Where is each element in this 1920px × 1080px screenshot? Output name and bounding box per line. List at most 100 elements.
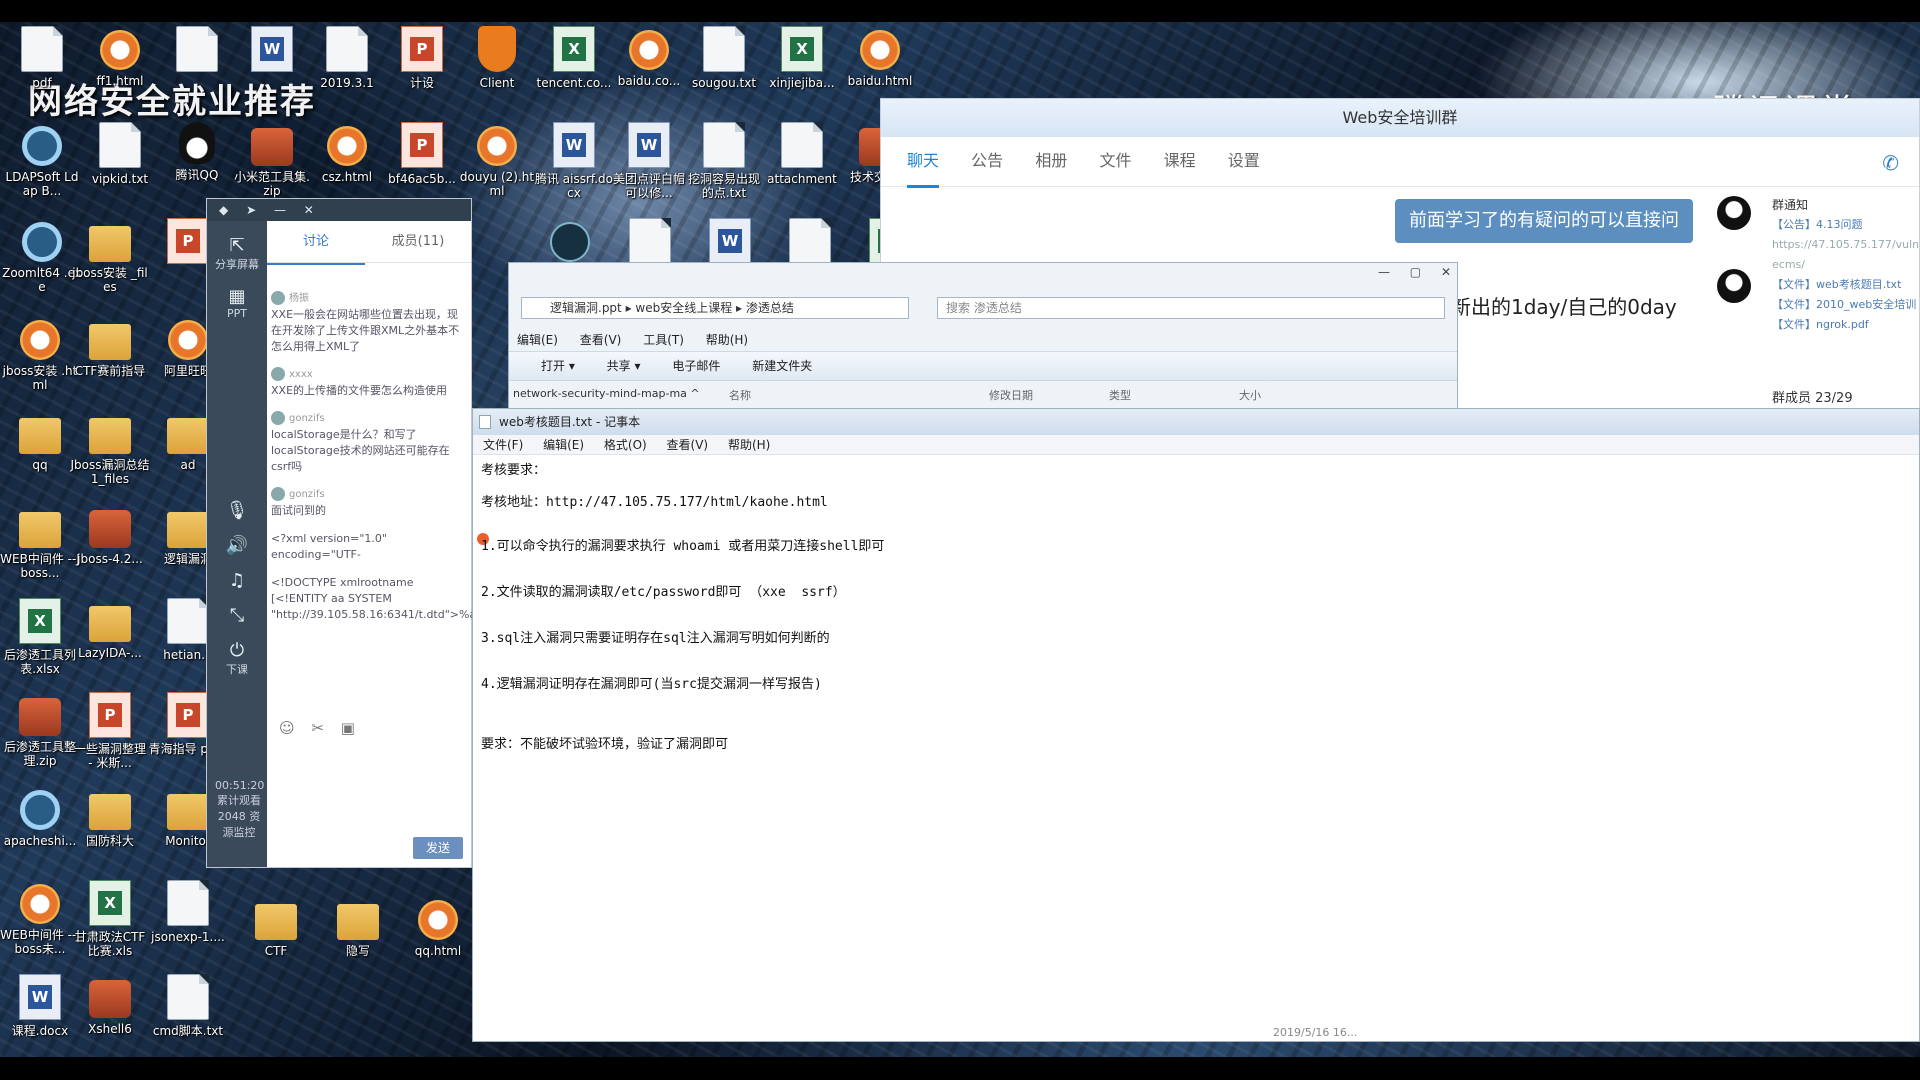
new-folder-button[interactable]: 新建文件夹	[752, 359, 812, 373]
desktop-icon[interactable]: 挖洞容易出现的点.txt	[684, 122, 764, 214]
close-icon[interactable]: ✕	[304, 203, 314, 217]
column-name[interactable]: 名称	[729, 387, 751, 403]
desktop-icon[interactable]: 隐写	[318, 896, 398, 988]
desktop-icon[interactable]	[232, 26, 312, 118]
avatar[interactable]	[1717, 269, 1751, 303]
column-type[interactable]: 类型	[1109, 387, 1131, 403]
menu-format[interactable]: 格式(O)	[604, 438, 647, 452]
minimize-icon[interactable]: —	[1378, 265, 1390, 279]
desktop-icon[interactable]: WEB中间件 --Jboss...	[0, 504, 80, 596]
pin-icon[interactable]: ◆	[219, 203, 228, 217]
desktop-icon[interactable]: pdf	[2, 26, 82, 118]
desktop-icon[interactable]: 美团点评白帽可以修...	[609, 122, 689, 214]
column-size[interactable]: 大小	[1239, 387, 1261, 403]
email-button[interactable]: 电子邮件	[672, 359, 720, 373]
desktop-icon[interactable]: WEB中间件 --Jboss未...	[0, 880, 80, 972]
desktop-icon[interactable]: xinjiejiba...	[762, 26, 842, 118]
desktop-icon[interactable]: tencent.co...	[534, 26, 614, 118]
emoji-icon[interactable]: ☺	[279, 719, 295, 737]
desktop-icon[interactable]: LazyIDA-...	[70, 598, 150, 690]
notice-link[interactable]: https://47.105.75.177/vuln	[1772, 235, 1920, 255]
desktop-icon[interactable]: jboss-4.2...	[70, 504, 150, 596]
tab-course[interactable]: 课程	[1164, 137, 1196, 185]
share-screen-button[interactable]: ⇱ 分享屏幕	[207, 235, 267, 272]
desktop-icon[interactable]: 后渗透工具列表.xlsx	[0, 598, 80, 690]
desktop-icon[interactable]: CTF赛前指导	[70, 316, 150, 408]
mic-button[interactable]: 🎙	[207, 500, 267, 521]
open-button[interactable]: 打开 ▾	[541, 359, 575, 373]
desktop-icon[interactable]: Client	[457, 26, 537, 118]
desktop-icon[interactable]: attachment	[762, 122, 842, 214]
tab-discussion[interactable]: 讨论	[267, 221, 365, 265]
desktop-icon[interactable]: 后渗透工具整理.zip	[0, 692, 80, 784]
desktop-icon[interactable]: Jboss漏洞总结1_files	[70, 410, 150, 502]
tab-settings[interactable]: 设置	[1228, 137, 1260, 185]
explorer-window[interactable]: — ▢ ✕ 逻辑漏洞.ppt ▸ web安全线上课程 ▸ 渗透总结 搜索 渗透总…	[508, 262, 1458, 412]
desktop-icon[interactable]: apacheshi...	[0, 786, 80, 878]
classroom-panel[interactable]: ◆ ➤ — ✕ ⇱ 分享屏幕 ▦ PPT 🎙 🔊 ♫ ⤡ ⏻ 下课 讨论 成员(11)…	[206, 198, 574, 868]
share-icon[interactable]: ➤	[246, 203, 256, 217]
desktop-icon[interactable]: qq	[0, 410, 80, 502]
image-icon[interactable]: ▣	[341, 719, 355, 737]
menu-tools[interactable]: 工具(T)	[643, 333, 684, 347]
notice-item[interactable]: 【公告】4.13问题	[1772, 215, 1920, 235]
music-button[interactable]: ♫	[207, 570, 267, 591]
send-button[interactable]: 发送	[413, 837, 463, 859]
desktop-icon[interactable]: 国防科大	[70, 786, 150, 878]
desktop-icon[interactable]: jsonexp-1....	[148, 880, 228, 972]
desktop-icon[interactable]: sougou.txt	[684, 26, 764, 118]
desktop-icon[interactable]: baidu.co...	[609, 26, 689, 118]
phone-icon[interactable]: ✆	[1882, 151, 1899, 175]
desktop-icon[interactable]: jboss安装 _files	[70, 218, 150, 310]
volume-button[interactable]: 🔊	[207, 535, 267, 556]
close-icon[interactable]: ✕	[1441, 265, 1451, 279]
desktop-icon[interactable]: Xshell6	[70, 974, 150, 1057]
scissors-icon[interactable]: ✂	[311, 719, 324, 737]
notice-file[interactable]: 【文件】web考核题目.txt	[1772, 275, 1920, 295]
menu-help[interactable]: 帮助(H)	[728, 438, 770, 452]
desktop-icon[interactable]: jboss安装 .html	[0, 316, 80, 408]
desktop-icon-label: douyu (2).html	[459, 170, 535, 198]
tab-chat[interactable]: 聊天	[907, 137, 940, 188]
desktop-icon[interactable]: 腾讯 aissrf.docx	[534, 122, 614, 214]
notice-file[interactable]: 【文件】ngrok.pdf	[1772, 315, 1920, 335]
desktop-icon[interactable]: 一些漏洞整理 - 米斯...	[70, 692, 150, 784]
tree-item[interactable]: network-security-mind-map-ma ^	[513, 387, 700, 400]
column-modified[interactable]: 修改日期	[989, 387, 1033, 403]
menu-help[interactable]: 帮助(H)	[706, 333, 748, 347]
minimize-icon[interactable]: —	[274, 203, 286, 217]
maximize-icon[interactable]: ▢	[1410, 265, 1421, 279]
desktop-icon[interactable]: 甘肃政法CTF 比赛.xls	[70, 880, 150, 972]
tab-notice[interactable]: 公告	[971, 137, 1003, 185]
desktop-icon[interactable]: CTF	[236, 896, 316, 988]
avatar[interactable]	[1717, 196, 1751, 230]
menu-view[interactable]: 查看(V)	[580, 333, 622, 347]
desktop-icon[interactable]: ff1.html	[80, 26, 160, 118]
desktop-icon[interactable]: 2019.3.1	[307, 26, 387, 118]
notepad-text-area[interactable]: 考核要求： 考核地址：http://47.105.75.177/html/kao…	[473, 455, 1919, 752]
share-button[interactable]: 共享 ▾	[607, 359, 641, 373]
desktop-icon[interactable]	[157, 26, 237, 118]
tab-files[interactable]: 文件	[1099, 137, 1131, 185]
desktop-icon[interactable]: qq.html	[398, 896, 478, 988]
desktop-icon[interactable]: cmd脚本.txt	[148, 974, 228, 1057]
tab-album[interactable]: 相册	[1035, 137, 1067, 185]
desktop-icon[interactable]: vipkid.txt	[80, 122, 160, 214]
notice-file[interactable]: 【文件】2010_web安全培训	[1772, 295, 1920, 315]
tab-members[interactable]: 成员(11)	[369, 221, 467, 263]
menu-view[interactable]: 查看(V)	[667, 438, 709, 452]
notice-link[interactable]: ecms/	[1772, 255, 1920, 275]
member-count[interactable]: 群成员 23/29	[1772, 387, 1853, 406]
fullscreen-button[interactable]: ⤡	[207, 605, 267, 626]
ppt-button[interactable]: ▦ PPT	[207, 286, 267, 320]
end-class-button[interactable]: ⏻ 下课	[207, 640, 267, 677]
desktop-icon[interactable]: 课程.docx	[0, 974, 80, 1057]
address-bar[interactable]: 逻辑漏洞.ppt ▸ web安全线上课程 ▸ 渗透总结	[521, 297, 909, 319]
notepad-window[interactable]: web考核题目.txt - 记事本 文件(F) 编辑(E) 格式(O) 查看(V…	[472, 408, 1920, 1042]
desktop-icon[interactable]: LDAPSoft Ldap B...	[2, 122, 82, 214]
search-input[interactable]: 搜索 渗透总结	[937, 297, 1445, 319]
menu-edit[interactable]: 编辑(E)	[543, 438, 584, 452]
desktop-icon[interactable]: 计设	[382, 26, 462, 118]
menu-edit[interactable]: 编辑(E)	[517, 333, 558, 347]
menu-file[interactable]: 文件(F)	[483, 438, 523, 452]
